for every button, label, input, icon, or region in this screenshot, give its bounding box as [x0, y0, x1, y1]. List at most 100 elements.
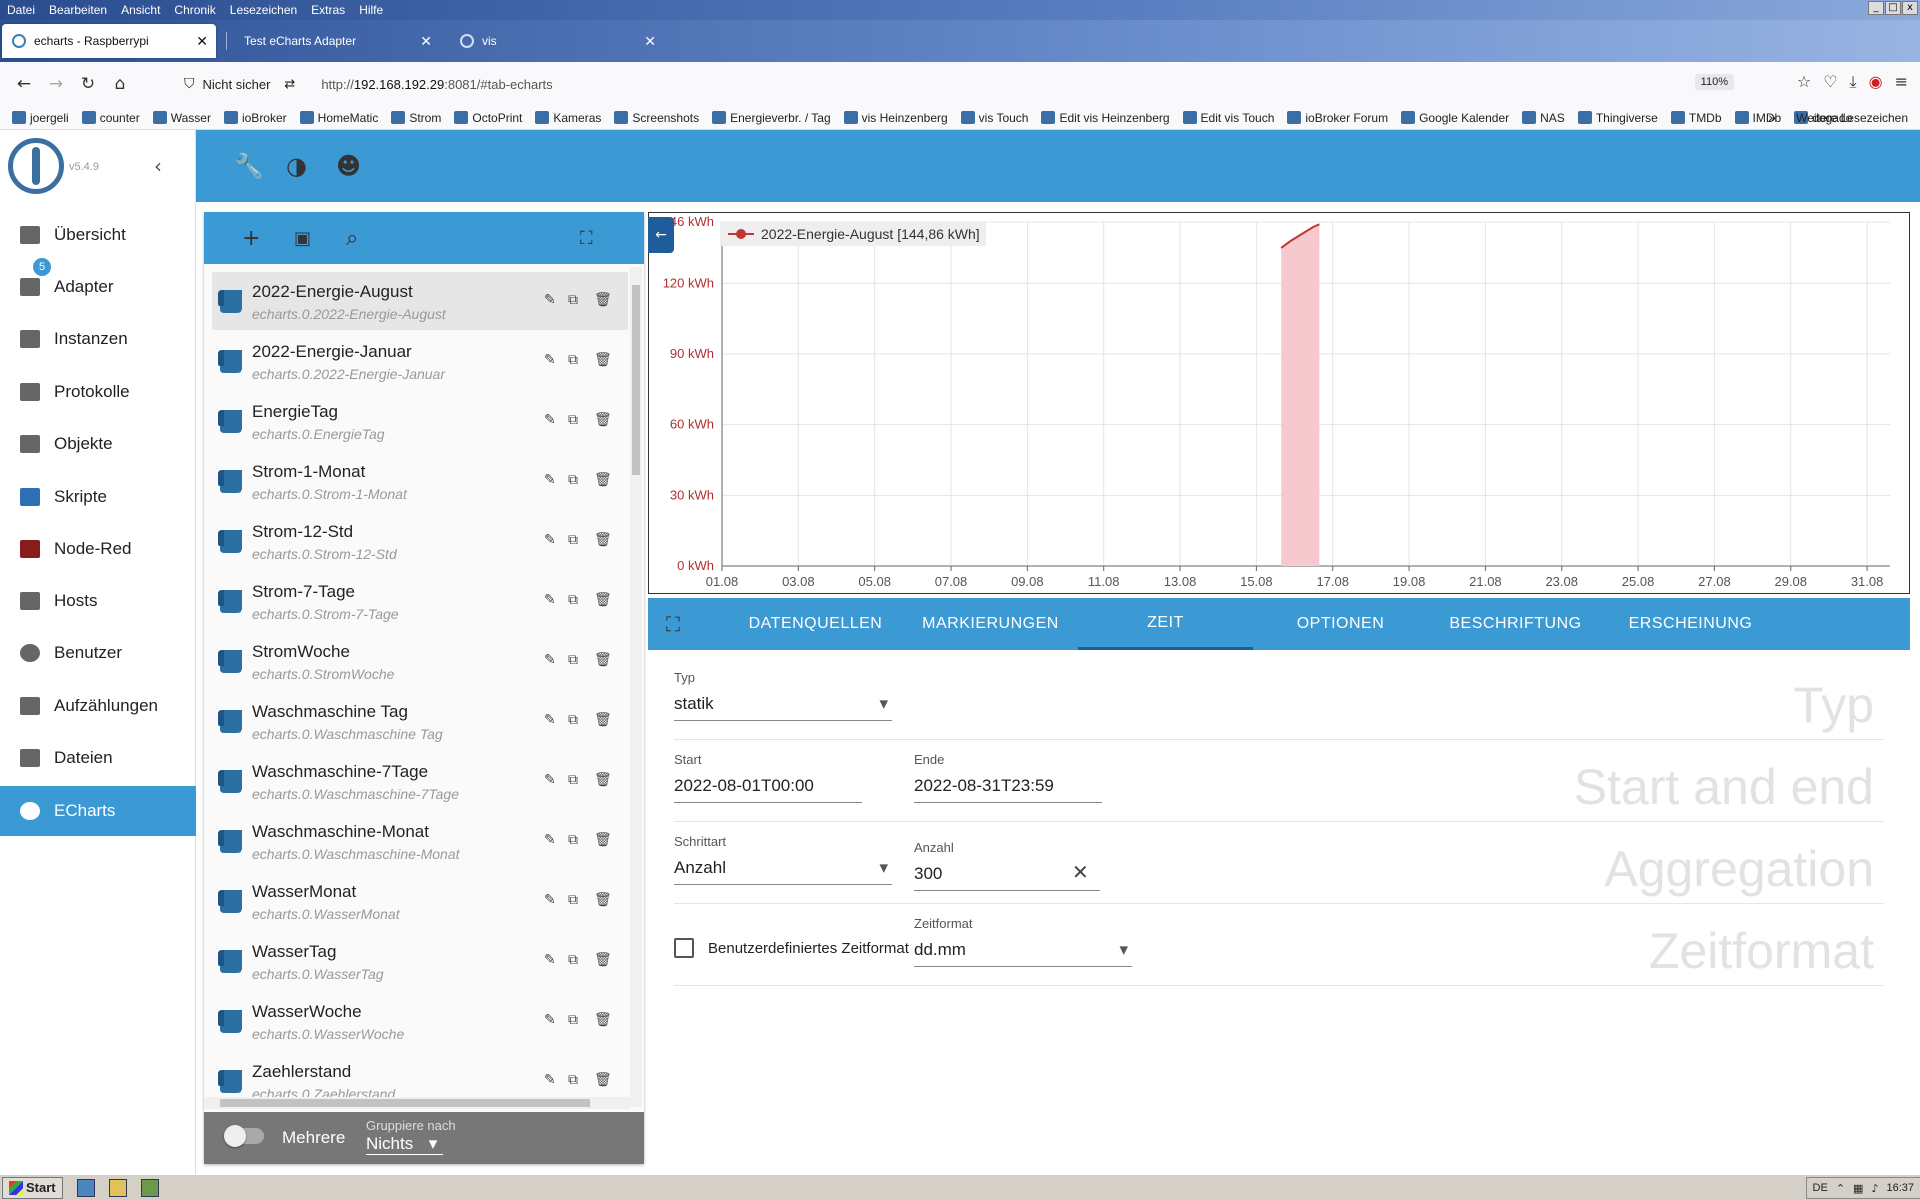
folder-launch-icon[interactable]: [108, 1178, 127, 1197]
sidebar-item--bersicht[interactable]: Übersicht: [0, 210, 196, 260]
tab-markierungen[interactable]: MARKIERUNGEN: [903, 598, 1078, 650]
delete-icon[interactable]: 🗑: [594, 472, 612, 490]
sidebar-item-hosts[interactable]: Hosts: [0, 576, 196, 626]
menu-ansicht[interactable]: Ansicht: [114, 3, 167, 17]
typ-select[interactable]: statik: [674, 694, 892, 721]
delete-icon[interactable]: 🗑: [594, 532, 612, 550]
wrench-icon[interactable]: 🔧: [234, 152, 264, 180]
bookmark-item[interactable]: Strom: [391, 111, 441, 125]
scroll-thumb[interactable]: [220, 1099, 590, 1107]
list-item[interactable]: Strom-1-Monat echarts.0.Strom-1-Monat ✎ ⧉ 🗑: [212, 452, 628, 510]
theme-icon[interactable]: ◑: [286, 152, 314, 180]
fullscreen-icon[interactable]: ⛶: [666, 612, 680, 636]
tab-zeit[interactable]: ZEIT: [1078, 598, 1253, 650]
copy-icon[interactable]: ⧉: [568, 1012, 586, 1030]
volume-icon[interactable]: ♪: [1871, 1182, 1878, 1195]
permissions-icon[interactable]: ⇄: [284, 77, 295, 92]
bookmark-item[interactable]: joergeli: [12, 111, 69, 125]
browser-launch-icon[interactable]: [76, 1178, 95, 1197]
menu-bearbeiten[interactable]: Bearbeiten: [42, 3, 114, 17]
bookmark-item[interactable]: NAS: [1522, 111, 1565, 125]
not-secure-label[interactable]: Nicht sicher: [203, 77, 271, 92]
new-folder-icon[interactable]: ▣: [294, 228, 311, 249]
bookmark-item[interactable]: counter: [81, 111, 140, 125]
tab-beschriftung[interactable]: BESCHRIFTUNG: [1428, 598, 1603, 650]
tray-expand-icon[interactable]: ⌃: [1836, 1182, 1845, 1195]
bookmark-star-icon[interactable]: ☆: [1797, 72, 1811, 92]
list-item[interactable]: StromWoche echarts.0.StromWoche ✎ ⧉ 🗑: [212, 632, 628, 690]
copy-icon[interactable]: ⧉: [568, 532, 586, 550]
shield-icon[interactable]: ⛉: [184, 76, 195, 92]
url-text[interactable]: http://192.168.192.29:8081/#tab-echarts: [321, 77, 552, 92]
edit-icon[interactable]: ✎: [544, 1072, 562, 1090]
collapse-list-arrow-icon[interactable]: ←: [648, 217, 674, 253]
search-icon[interactable]: ⌕: [346, 226, 358, 251]
edit-icon[interactable]: ✎: [544, 832, 562, 850]
close-tab-icon[interactable]: ✕: [196, 33, 208, 50]
delete-icon[interactable]: 🗑: [594, 412, 612, 430]
app-launch-icon[interactable]: [140, 1178, 159, 1197]
home-icon[interactable]: ⌂: [104, 74, 136, 94]
delete-icon[interactable]: 🗑: [594, 1012, 612, 1030]
menu-hamburger-icon[interactable]: ≡: [1895, 72, 1908, 92]
sidebar-item-node-red[interactable]: Node-Red: [0, 524, 196, 574]
expand-icon[interactable]: ⛶: [580, 228, 593, 249]
reload-icon[interactable]: ↻: [72, 74, 104, 94]
copy-icon[interactable]: ⧉: [568, 832, 586, 850]
end-input[interactable]: 2022-08-31T23:59: [914, 776, 1102, 803]
bookmark-item[interactable]: Screenshots: [614, 111, 699, 125]
bookmark-item[interactable]: vis Touch: [960, 111, 1028, 125]
language-indicator[interactable]: DE: [1813, 1182, 1828, 1194]
address-bar[interactable]: ⛉ Nicht sicher ⇄ http://192.168.192.29:8…: [184, 68, 1684, 100]
start-input[interactable]: 2022-08-01T00:00: [674, 776, 862, 803]
sidebar-item-aufz-hlungen[interactable]: Aufzählungen: [0, 681, 196, 731]
edit-icon[interactable]: ✎: [544, 592, 562, 610]
copy-icon[interactable]: ⧉: [568, 1072, 586, 1090]
list-item[interactable]: 2022-Energie-Januar echarts.0.2022-Energi…: [212, 332, 628, 390]
bookmark-item[interactable]: TMDb: [1670, 111, 1722, 125]
multi-select-toggle[interactable]: [224, 1125, 264, 1147]
list-item[interactable]: EnergieTag echarts.0.EnergieTag ✎ ⧉ 🗑: [212, 392, 628, 450]
back-arrow-icon[interactable]: ←: [8, 74, 40, 94]
edit-icon[interactable]: ✎: [544, 1012, 562, 1030]
list-horizontal-scrollbar[interactable]: [204, 1097, 630, 1109]
iobroker-logo-icon[interactable]: [8, 138, 64, 194]
edit-icon[interactable]: ✎: [544, 892, 562, 910]
list-item[interactable]: WasserMonat echarts.0.WasserMonat ✎ ⧉ 🗑: [212, 872, 628, 930]
sidebar-item-skripte[interactable]: Skripte: [0, 472, 196, 522]
list-item[interactable]: Strom-12-Std echarts.0.Strom-12-Std ✎ ⧉ 🗑: [212, 512, 628, 570]
tab-optionen[interactable]: OPTIONEN: [1253, 598, 1428, 650]
delete-icon[interactable]: 🗑: [594, 832, 612, 850]
tab-datenquellen[interactable]: DATENQUELLEN: [728, 598, 903, 650]
delete-icon[interactable]: 🗑: [594, 892, 612, 910]
bookmark-item[interactable]: Google Kalender: [1401, 111, 1509, 125]
list-item[interactable]: WasserTag echarts.0.WasserTag ✎ ⧉ 🗑: [212, 932, 628, 990]
list-item[interactable]: WasserWoche echarts.0.WasserWoche ✎ ⧉ 🗑: [212, 992, 628, 1050]
delete-icon[interactable]: 🗑: [594, 952, 612, 970]
delete-icon[interactable]: 🗑: [594, 352, 612, 370]
copy-icon[interactable]: ⧉: [568, 592, 586, 610]
bookmark-item[interactable]: Edit vis Touch: [1182, 111, 1274, 125]
scroll-thumb[interactable]: [632, 285, 640, 475]
list-item[interactable]: Strom-7-Tage echarts.0.Strom-7-Tage ✎ ⧉ 🗑: [212, 572, 628, 630]
pocket-icon[interactable]: ♡: [1823, 72, 1837, 92]
list-item[interactable]: Waschmaschine-7Tage echarts.0.Waschmaschi…: [212, 752, 628, 810]
bookmark-item[interactable]: ioBroker Forum: [1287, 111, 1388, 125]
forward-arrow-icon[interactable]: →: [40, 74, 72, 94]
browser-tab-echarts[interactable]: echarts - Raspberrypi ✕: [2, 24, 216, 58]
sidebar-item-echarts[interactable]: ECharts: [0, 786, 196, 836]
menu-datei[interactable]: Datei: [0, 3, 42, 17]
close-window-button[interactable]: x: [1902, 1, 1918, 15]
browser-tab-vis[interactable]: vis ✕: [450, 24, 664, 58]
edit-icon[interactable]: ✎: [544, 472, 562, 490]
copy-icon[interactable]: ⧉: [568, 472, 586, 490]
delete-icon[interactable]: 🗑: [594, 592, 612, 610]
list-item[interactable]: 2022-Energie-August echarts.0.2022-Energi…: [212, 272, 628, 330]
copy-icon[interactable]: ⧉: [568, 412, 586, 430]
bookmark-item[interactable]: HomeMatic: [299, 111, 378, 125]
edit-icon[interactable]: ✎: [544, 652, 562, 670]
network-icon[interactable]: ▦: [1853, 1182, 1863, 1195]
copy-icon[interactable]: ⧉: [568, 652, 586, 670]
bookmark-item[interactable]: Edit vis Heinzenberg: [1041, 111, 1170, 125]
copy-icon[interactable]: ⧉: [568, 712, 586, 730]
